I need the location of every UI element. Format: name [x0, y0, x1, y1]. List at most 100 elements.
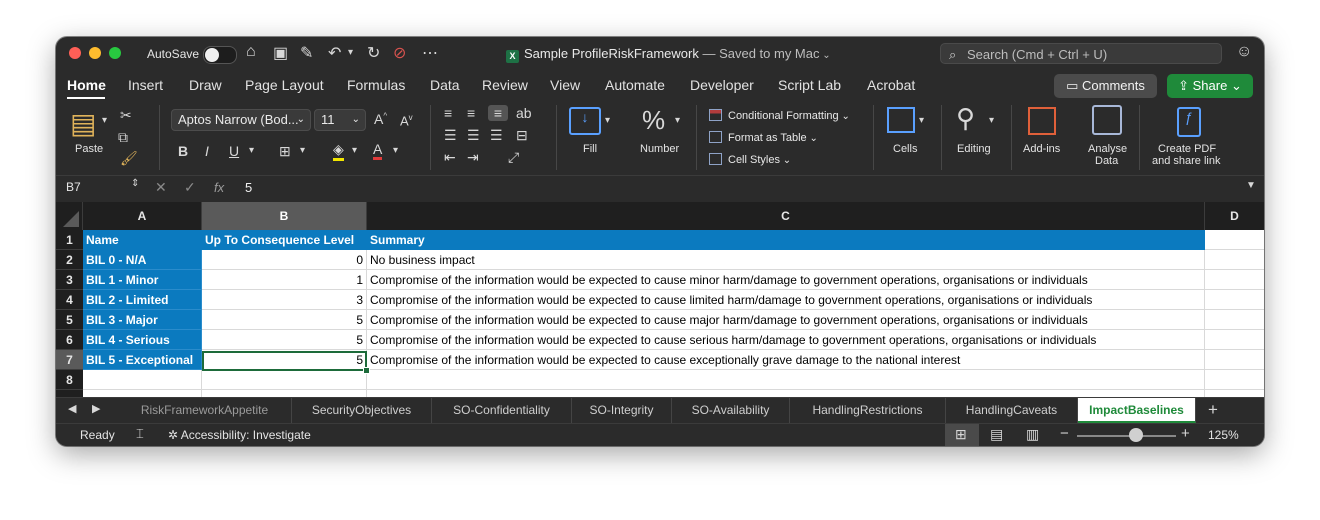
minimize-window-button[interactable] [89, 47, 101, 59]
decrease-font-size-icon[interactable]: Av [400, 113, 413, 128]
cell-styles-button[interactable]: Cell Styles ⌄ [709, 153, 791, 166]
cell-c6[interactable]: Compromise of the information would be e… [367, 330, 1205, 350]
borders-icon[interactable]: ⊞ [279, 143, 291, 160]
cell-c2[interactable]: No business impact [367, 250, 1205, 270]
insert-function-icon[interactable]: fx [214, 180, 224, 195]
underline-icon[interactable]: U [229, 143, 239, 159]
row-header[interactable]: 2 [56, 250, 83, 270]
zoom-slider[interactable] [1077, 435, 1176, 437]
account-icon[interactable]: ☺ [1236, 43, 1252, 61]
conditional-formatting-button[interactable]: Conditional Formatting ⌄ [709, 109, 850, 122]
merge-center-icon[interactable]: ⊟ [516, 127, 528, 144]
cell-a7[interactable]: BIL 5 - Exceptional [83, 350, 202, 370]
fill-handle[interactable] [363, 367, 370, 374]
tab-acrobat[interactable]: Acrobat [867, 77, 915, 93]
enter-icon[interactable]: ✓ [184, 179, 196, 196]
tab-review[interactable]: Review [482, 77, 528, 93]
cell-a1[interactable]: Name [83, 230, 202, 250]
sheet-tab-active[interactable]: ImpactBaselines [1078, 398, 1196, 423]
addins-icon[interactable] [1028, 107, 1056, 135]
cell-a5[interactable]: BIL 3 - Major [83, 310, 202, 330]
sheet-tab[interactable]: HandlingRestrictions [790, 398, 946, 423]
font-color-dropdown-icon[interactable]: ▾ [393, 145, 398, 156]
cell-b2[interactable]: 0 [202, 250, 367, 270]
cell-c4[interactable]: Compromise of the information would be e… [367, 290, 1205, 310]
close-window-button[interactable] [69, 47, 81, 59]
save-as-icon[interactable]: ✎ [300, 43, 313, 63]
redo-icon[interactable]: ↻ [367, 43, 380, 63]
cell-a4[interactable]: BIL 2 - Limited [83, 290, 202, 310]
font-name-select[interactable]: Aptos Narrow (Bod... ⌄ [171, 109, 311, 131]
save-status[interactable]: — Saved to my Mac [702, 46, 819, 61]
row-header[interactable]: 3 [56, 270, 83, 290]
zoom-out-icon[interactable]: − [1060, 425, 1069, 442]
tab-insert[interactable]: Insert [128, 77, 163, 93]
fill-icon[interactable]: ↓ [569, 107, 601, 135]
cell-a2[interactable]: BIL 0 - N/A [83, 250, 202, 270]
font-color-icon[interactable]: A [373, 141, 383, 160]
tab-home[interactable]: Home [67, 77, 106, 93]
cell-d2[interactable] [1205, 250, 1264, 270]
name-box[interactable]: B7 [66, 180, 81, 194]
column-header-c[interactable]: C [367, 202, 1205, 230]
italic-icon[interactable]: I [205, 143, 209, 159]
chevron-down-icon[interactable]: ⌄ [820, 50, 830, 61]
copy-icon[interactable]: ⧉ [118, 129, 128, 146]
cells-icon[interactable] [887, 107, 915, 133]
increase-font-size-icon[interactable]: A^ [374, 111, 387, 127]
paste-dropdown-icon[interactable]: ▾ [102, 115, 107, 126]
format-as-table-button[interactable]: Format as Table ⌄ [709, 131, 818, 144]
row-header[interactable]: 5 [56, 310, 83, 330]
wrap-text-icon[interactable]: ab [516, 105, 532, 121]
normal-view-icon[interactable]: ⊞ [955, 426, 967, 443]
row-header[interactable]: 8 [56, 370, 83, 390]
add-sheet-icon[interactable]: + [1208, 400, 1218, 420]
increase-indent-icon[interactable]: ⇥ [467, 149, 479, 166]
cell-b8[interactable] [202, 370, 367, 390]
row-header[interactable]: 4 [56, 290, 83, 310]
tab-automate[interactable]: Automate [605, 77, 665, 93]
comments-button[interactable]: ▭ Comments [1054, 74, 1157, 98]
scroll-tabs-right-icon[interactable]: ▶ [92, 402, 100, 415]
home-icon[interactable]: ⌂ [246, 43, 256, 61]
fill-color-dropdown-icon[interactable]: ▾ [352, 145, 357, 156]
cell-c3[interactable]: Compromise of the information would be e… [367, 270, 1205, 290]
cell-b6[interactable]: 5 [202, 330, 367, 350]
cell-d8[interactable] [1205, 370, 1264, 390]
name-box-stepper-icon[interactable]: ⇕ [131, 178, 139, 189]
undo-icon[interactable]: ↶ [328, 43, 341, 63]
zoom-level[interactable]: 125% [1208, 428, 1239, 442]
page-layout-view-icon[interactable]: ▤ [990, 426, 1003, 443]
cell-b5[interactable]: 5 [202, 310, 367, 330]
cell-d5[interactable] [1205, 310, 1264, 330]
column-header-b[interactable]: B [202, 202, 367, 230]
save-icon[interactable]: ▣ [273, 43, 288, 63]
row-header[interactable]: 1 [56, 230, 83, 250]
acrobat-pdf-icon[interactable]: ƒ [1177, 107, 1201, 137]
sheet-tab[interactable]: SO-Confidentiality [432, 398, 572, 423]
column-header-d[interactable]: D [1205, 202, 1264, 230]
sheet-tab[interactable]: SecurityObjectives [292, 398, 432, 423]
cell-d6[interactable] [1205, 330, 1264, 350]
tab-developer[interactable]: Developer [690, 77, 754, 93]
tab-page-layout[interactable]: Page Layout [245, 77, 324, 93]
cell-c7[interactable]: Compromise of the information would be e… [367, 350, 1205, 370]
column-header-a[interactable]: A [83, 202, 202, 230]
decrease-indent-icon[interactable]: ⇤ [444, 149, 456, 166]
zoom-window-button[interactable] [109, 47, 121, 59]
borders-dropdown-icon[interactable]: ▾ [300, 145, 305, 156]
tab-script-lab[interactable]: Script Lab [778, 77, 841, 93]
page-break-view-icon[interactable]: ▥ [1026, 426, 1039, 443]
cell-a6[interactable]: BIL 4 - Serious [83, 330, 202, 350]
percent-icon[interactable]: % [642, 105, 665, 136]
analyse-data-icon[interactable] [1092, 105, 1122, 135]
cell-a8[interactable] [83, 370, 202, 390]
autosave-toggle[interactable] [203, 46, 237, 64]
orientation-icon[interactable]: ⤢ [508, 149, 519, 166]
align-center-icon[interactable]: ☰ [467, 127, 480, 144]
align-top-icon[interactable]: ≡ [444, 105, 452, 121]
cancel-icon[interactable]: ✕ [155, 179, 167, 196]
cell-b1[interactable]: Up To Consequence Level [202, 230, 367, 250]
formula-input[interactable]: 5 [245, 180, 252, 195]
cell-d7[interactable] [1205, 350, 1264, 370]
